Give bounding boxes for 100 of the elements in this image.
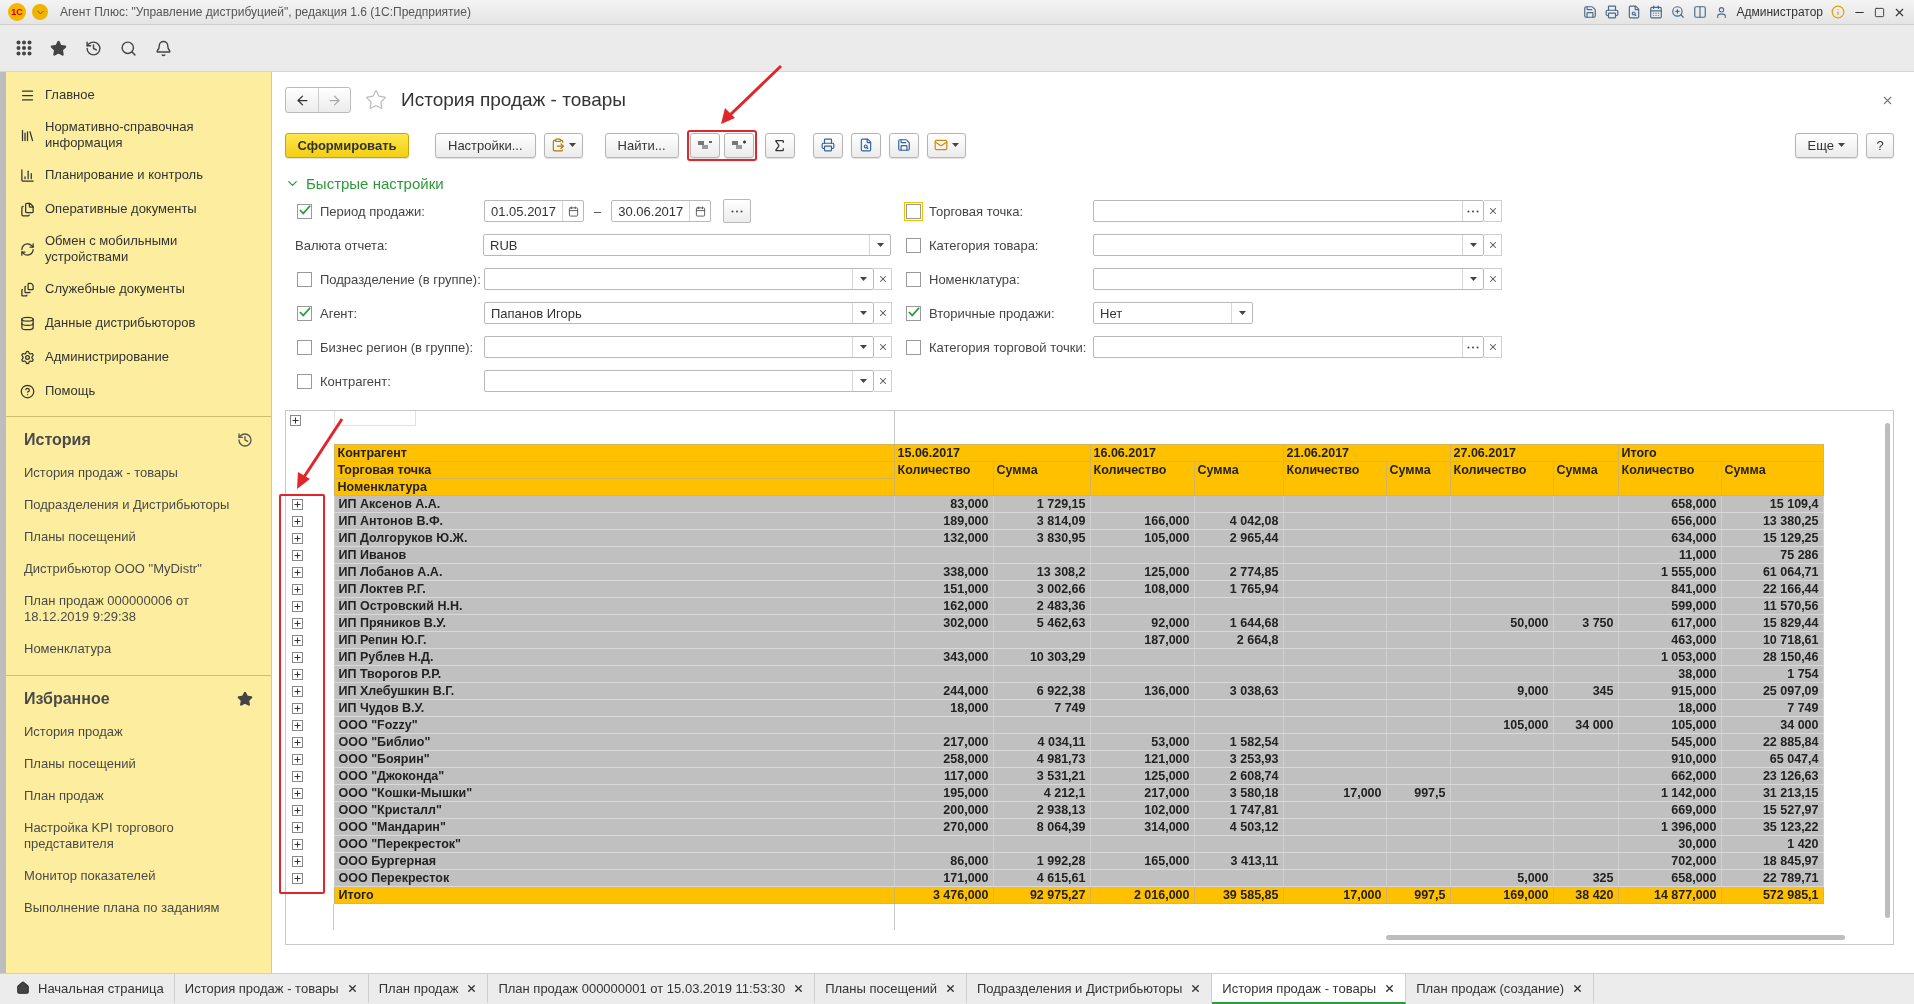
checkbox[interactable] bbox=[297, 305, 312, 321]
expand-icon[interactable] bbox=[292, 617, 303, 629]
checkbox[interactable] bbox=[906, 237, 921, 253]
expand-icon[interactable] bbox=[292, 566, 303, 578]
sidebar-item[interactable]: Оперативные документы bbox=[6, 192, 271, 226]
select-field[interactable] bbox=[484, 336, 874, 358]
star-icon[interactable] bbox=[50, 39, 67, 57]
help-button[interactable]: ? bbox=[1866, 132, 1894, 158]
close-icon[interactable] bbox=[1572, 982, 1584, 994]
expand-icon[interactable] bbox=[292, 498, 303, 510]
zoom-icon[interactable] bbox=[1671, 5, 1686, 19]
history-link[interactable]: План продаж 000000006 от 18.12.2019 9:29:38 bbox=[24, 585, 253, 633]
sidebar-item[interactable]: Планирование и контроль bbox=[6, 158, 271, 192]
window-tab[interactable]: План продаж (создание) bbox=[1406, 974, 1595, 1004]
sum-button[interactable] bbox=[764, 132, 795, 158]
expand-icon[interactable] bbox=[292, 753, 303, 765]
find-button[interactable]: Найти... bbox=[604, 132, 679, 158]
close-icon[interactable] bbox=[793, 982, 805, 994]
printer-icon[interactable] bbox=[1605, 5, 1620, 19]
sidebar-item[interactable]: Главное bbox=[6, 78, 271, 112]
expand-icon[interactable] bbox=[292, 872, 303, 884]
save-button[interactable] bbox=[888, 132, 919, 158]
select-field[interactable]: RUB bbox=[483, 234, 891, 256]
history-link[interactable]: Дистрибьютор ООО "MyDistr" bbox=[24, 553, 253, 585]
sidebar-item[interactable]: Служебные документы bbox=[6, 272, 271, 306]
checkbox[interactable] bbox=[297, 203, 312, 219]
checkbox[interactable] bbox=[297, 271, 312, 287]
clear-button[interactable] bbox=[1484, 234, 1502, 256]
select-field[interactable] bbox=[1093, 200, 1484, 222]
expand-icon[interactable] bbox=[292, 702, 303, 714]
favorite-link[interactable]: План продаж bbox=[24, 780, 253, 812]
clear-button[interactable] bbox=[1484, 268, 1502, 290]
expand-icon[interactable] bbox=[292, 515, 303, 527]
select-field[interactable] bbox=[1093, 234, 1484, 256]
scrollbar-thumb[interactable] bbox=[1385, 934, 1846, 940]
expand-icon[interactable] bbox=[292, 821, 303, 833]
window-tab[interactable]: План продаж 000000001 от 15.03.2019 11:53:30 bbox=[488, 974, 816, 1004]
clear-button[interactable] bbox=[1484, 336, 1502, 358]
more-button[interactable]: Еще bbox=[1794, 132, 1858, 158]
clear-button[interactable] bbox=[874, 302, 892, 324]
window-tab[interactable]: История продаж - товары bbox=[1212, 974, 1407, 1004]
expand-icon[interactable] bbox=[292, 685, 303, 697]
expand-icon[interactable] bbox=[292, 719, 303, 731]
panels-icon[interactable] bbox=[1693, 5, 1708, 19]
select-field[interactable]: Нет bbox=[1093, 302, 1253, 324]
select-field[interactable] bbox=[1093, 268, 1484, 290]
expand-icon[interactable] bbox=[292, 549, 303, 561]
history-link[interactable]: Подразделения и Дистрибьюторы bbox=[24, 489, 253, 521]
window-tab[interactable]: План продаж bbox=[368, 974, 489, 1004]
expand-icon[interactable] bbox=[292, 634, 303, 646]
favorite-link[interactable]: Монитор показателей bbox=[24, 860, 253, 892]
history-link[interactable]: История продаж - товары bbox=[24, 457, 253, 489]
expand-icon[interactable] bbox=[292, 736, 303, 748]
history-link[interactable]: Планы посещений bbox=[24, 521, 253, 553]
expand-groups-button[interactable] bbox=[723, 132, 754, 158]
sidebar-item[interactable]: Данные дистрибьюторов bbox=[6, 306, 271, 340]
bell-icon[interactable] bbox=[155, 39, 172, 57]
favorite-link[interactable]: Выполнение плана по заданиям bbox=[24, 892, 253, 924]
expand-icon[interactable] bbox=[292, 838, 303, 850]
sidebar-item[interactable]: Помощь bbox=[6, 374, 271, 408]
scrollbar-thumb[interactable] bbox=[1884, 423, 1890, 918]
close-icon[interactable] bbox=[1384, 982, 1396, 994]
menu-button[interactable] bbox=[32, 4, 48, 20]
checkbox[interactable] bbox=[297, 373, 312, 389]
expand-icon[interactable] bbox=[292, 651, 303, 663]
clear-button[interactable] bbox=[874, 336, 892, 358]
date-field[interactable]: 01.05.2017 bbox=[484, 200, 584, 222]
preview-button[interactable] bbox=[850, 132, 881, 158]
history-icon[interactable] bbox=[85, 39, 102, 57]
star-icon[interactable] bbox=[365, 89, 387, 111]
window-tab[interactable]: Начальная страница bbox=[6, 974, 175, 1004]
mail-button[interactable] bbox=[926, 132, 966, 158]
sidebar-item[interactable]: Администрирование bbox=[6, 340, 271, 374]
calendar-icon[interactable] bbox=[1649, 5, 1664, 19]
maximize-icon[interactable] bbox=[1874, 6, 1885, 18]
expand-icon[interactable] bbox=[292, 804, 303, 816]
generate-button[interactable]: Сформировать bbox=[285, 132, 409, 158]
apps-grid-icon[interactable] bbox=[16, 40, 32, 56]
favorite-link[interactable]: Планы посещений bbox=[24, 748, 253, 780]
favorite-link[interactable]: История продаж bbox=[24, 716, 253, 748]
close-icon[interactable] bbox=[466, 982, 478, 994]
close-icon[interactable] bbox=[346, 982, 358, 994]
search-icon[interactable] bbox=[120, 39, 137, 57]
select-field[interactable] bbox=[484, 268, 874, 290]
window-tab[interactable]: Планы посещений bbox=[815, 974, 967, 1004]
settings-button[interactable]: Настройки... bbox=[435, 132, 536, 158]
collapse-groups-button[interactable] bbox=[689, 132, 720, 158]
favorite-link[interactable]: Настройка KPI торгового представителя bbox=[24, 812, 253, 860]
quick-settings-toggle[interactable]: Быстрые настройки bbox=[285, 172, 1894, 194]
expand-all-icon[interactable] bbox=[290, 415, 301, 426]
clear-button[interactable] bbox=[874, 268, 892, 290]
preview-icon[interactable] bbox=[1627, 5, 1642, 19]
checkbox[interactable] bbox=[906, 339, 921, 355]
history-link[interactable]: Номенклатура bbox=[24, 633, 253, 665]
sidebar-item[interactable]: Обмен с мобильными устройствами bbox=[6, 226, 271, 272]
window-tab[interactable]: История продаж - товары bbox=[174, 974, 369, 1004]
expand-icon[interactable] bbox=[292, 668, 303, 680]
clear-button[interactable] bbox=[874, 370, 892, 392]
clear-button[interactable] bbox=[1484, 200, 1502, 222]
expand-icon[interactable] bbox=[292, 770, 303, 782]
